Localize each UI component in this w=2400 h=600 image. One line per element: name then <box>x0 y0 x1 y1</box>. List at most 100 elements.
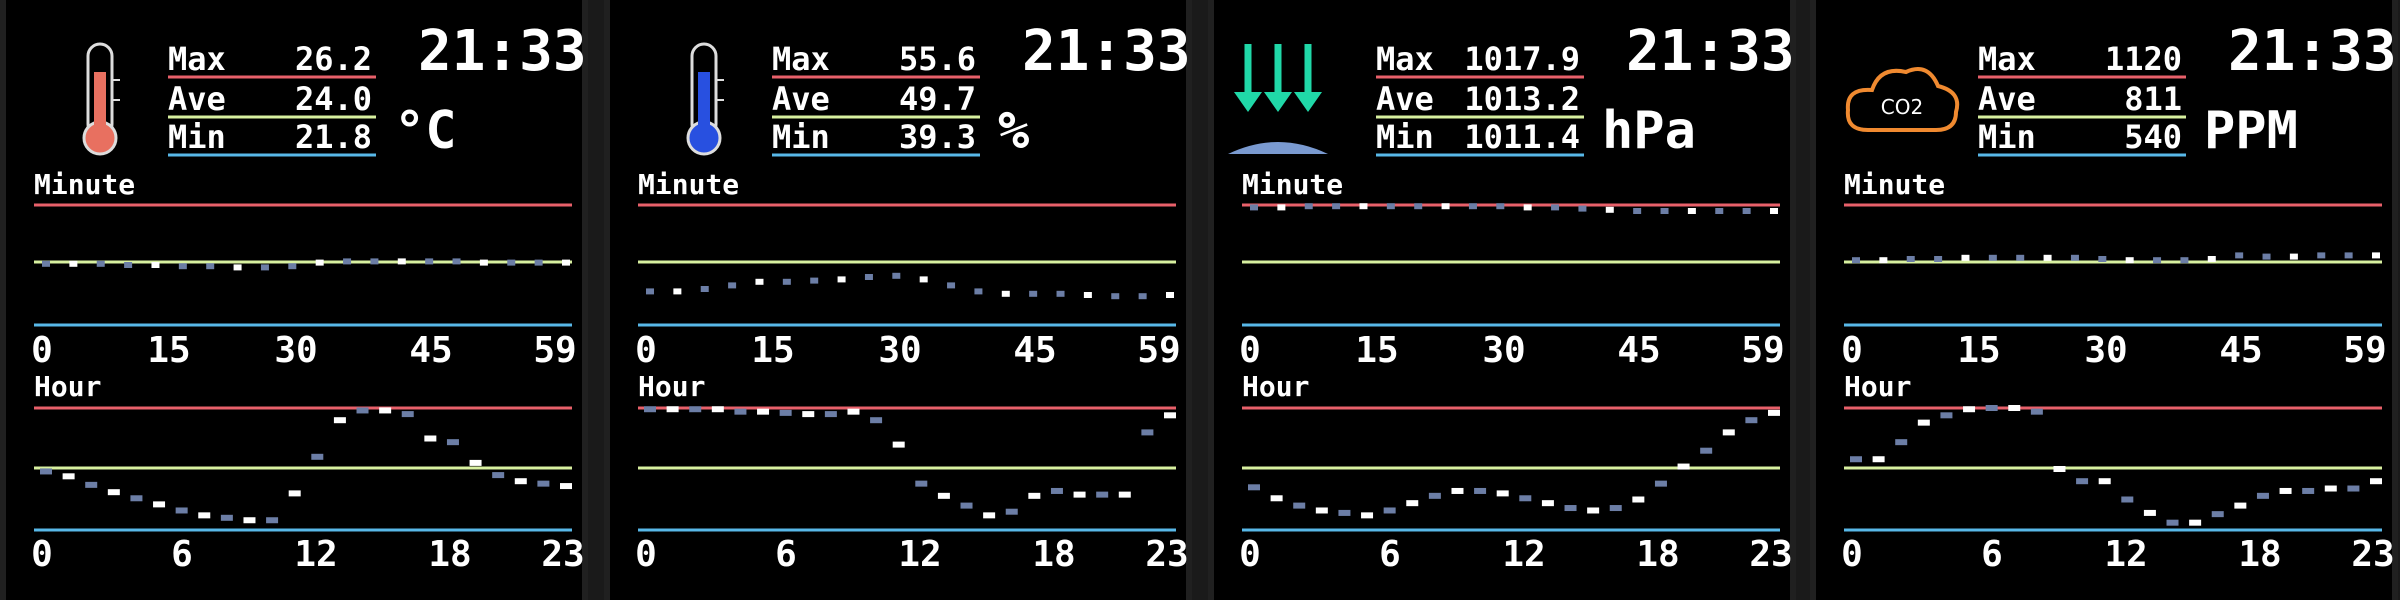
minute-dot <box>178 263 187 270</box>
minute-dot <box>1633 208 1642 214</box>
stat-value-min: 540 <box>2124 118 2182 156</box>
hour-dot <box>1096 491 1109 498</box>
minute-dot <box>2235 252 2244 259</box>
minute-axis-tick: 30 <box>1482 330 1525 371</box>
stat-value-min: 39.3 <box>899 118 976 156</box>
stat-value-ave: 811 <box>2124 80 2182 118</box>
stat-value-min: 21.8 <box>295 118 372 156</box>
hour-dot <box>424 435 437 442</box>
minute-axis-tick: 59 <box>1137 330 1180 371</box>
stat-label-ave: Ave <box>1376 80 1434 118</box>
hour-dot <box>666 406 679 413</box>
hour-dot <box>153 501 166 508</box>
minute-dot <box>343 258 352 265</box>
hour-axis-tick: 23 <box>1145 534 1188 575</box>
stat-label-max: Max <box>1978 40 2036 78</box>
minute-dot <box>425 258 434 265</box>
minute-dot <box>96 260 105 267</box>
hour-dot <box>2098 478 2111 485</box>
minute-dot <box>479 259 488 266</box>
hour-axis-tick: 23 <box>1749 534 1792 575</box>
minute-dot <box>151 262 160 268</box>
hour-dot <box>1383 507 1396 514</box>
hour-dot <box>644 406 656 413</box>
minute-dot <box>2070 254 2079 261</box>
hour-dot <box>107 489 120 496</box>
hour-dot <box>1338 509 1351 516</box>
hour-axis-tick: 23 <box>541 534 584 575</box>
minute-dot <box>892 272 901 279</box>
hour-dot <box>288 490 301 497</box>
minute-dot <box>315 259 324 266</box>
minute-dot <box>1332 203 1341 210</box>
hour-axis-tick: 0 <box>635 534 657 575</box>
minute-axis-tick: 30 <box>878 330 921 371</box>
hour-dot <box>2030 408 2043 415</box>
minute-dot <box>2098 256 2107 262</box>
hour-dot <box>1050 487 1063 494</box>
minute-dot <box>288 263 297 270</box>
hour-dot <box>1564 505 1577 512</box>
minute-section-label: Minute <box>1844 168 1945 201</box>
hour-dot <box>1361 512 1374 519</box>
stat-label-ave: Ave <box>168 80 226 118</box>
stat-label-ave: Ave <box>772 80 830 118</box>
hour-dot <box>333 417 346 424</box>
minute-dot <box>1852 257 1860 264</box>
hour-dot <box>379 407 392 414</box>
minute-dot <box>1742 208 1751 214</box>
hour-dot <box>62 473 75 480</box>
stat-label-max: Max <box>772 40 830 78</box>
hour-dot <box>175 507 188 514</box>
hour-axis-tick: 23 <box>2351 534 2394 575</box>
hour-dot <box>1028 492 1041 499</box>
hour-dot <box>1270 495 1283 502</box>
minute-dot <box>2317 252 2326 259</box>
hour-dot <box>1141 429 1154 436</box>
hour-dot <box>2008 405 2021 411</box>
minute-dot <box>1468 203 1477 210</box>
minute-axis-tick: 45 <box>2219 330 2262 371</box>
minute-dot <box>2043 254 2052 261</box>
hour-axis-tick: 6 <box>1981 534 2003 575</box>
stat-value-max: 1120 <box>2105 40 2182 78</box>
minute-dot <box>397 258 406 265</box>
hour-dot <box>2324 485 2337 492</box>
minute-dot <box>837 276 846 283</box>
minute-dot <box>2344 252 2353 259</box>
hour-axis-tick: 12 <box>898 534 941 575</box>
minute-axis-tick: 59 <box>533 330 576 371</box>
minute-dot <box>974 288 983 295</box>
minute-axis-tick: 45 <box>1617 330 1660 371</box>
minute-section-label: Minute <box>1242 168 1343 201</box>
hour-dot <box>266 517 279 524</box>
hour-dot <box>802 411 815 418</box>
minute-dot <box>1441 203 1450 210</box>
thermometer-blue-icon <box>686 42 724 156</box>
stat-value-ave: 49.7 <box>899 80 976 118</box>
hour-dot <box>514 478 527 485</box>
hour-dot <box>40 468 52 475</box>
minute-axis-tick: 0 <box>1239 330 1261 371</box>
hour-axis-tick: 18 <box>2238 534 2281 575</box>
minute-dot <box>755 278 764 285</box>
hour-dot <box>2121 496 2134 503</box>
hour-dot <box>847 408 860 415</box>
minute-dot <box>2180 257 2189 264</box>
hour-dot <box>1451 487 1464 494</box>
hour-dot <box>401 411 414 418</box>
minute-axis-tick: 15 <box>1355 330 1398 371</box>
minute-axis-tick: 59 <box>1741 330 1784 371</box>
hour-dot <box>1722 429 1735 436</box>
hour-dot <box>983 512 996 519</box>
hour-dot <box>446 439 459 446</box>
hour-dot <box>779 409 792 416</box>
stat-label-ave: Ave <box>1978 80 2036 118</box>
hour-dot <box>1005 508 1018 515</box>
humidity-panel: Max 55.6 Ave 49.7 Min 39.3 21:33% Minute 0 15 30 45… <box>604 0 1192 600</box>
hour-axis-tick: 18 <box>1032 534 1075 575</box>
hour-dot <box>85 481 98 488</box>
stat-value-max: 1017.9 <box>1464 40 1580 78</box>
hour-axis-tick: 18 <box>428 534 471 575</box>
minute-dot <box>562 259 570 266</box>
